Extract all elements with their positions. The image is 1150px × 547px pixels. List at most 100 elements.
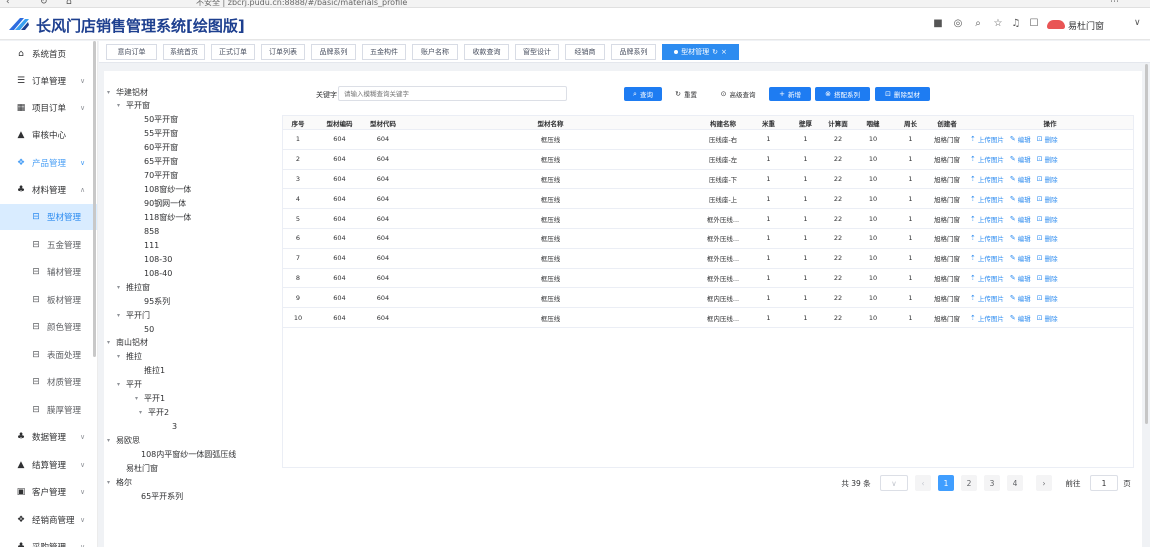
edit-link[interactable]: ✎ 编辑	[1010, 233, 1031, 243]
table-row[interactable]: 6 604 604 框压线 框外压线... 1 1 22 10 1 旭格门窗 ⇡ 上传图片 ✎ 编辑 ⊡ 删除	[283, 229, 1133, 249]
delete-link[interactable]: ⊡ 删除	[1037, 194, 1058, 204]
table-row[interactable]: 9 604 604 框压线 框内压线... 1 1 22 10 1 旭格门窗 ⇡ 上传图片 ✎ 编辑 ⊡ 删除	[283, 288, 1133, 309]
tab-7[interactable]: 收款查询	[464, 44, 509, 60]
settings-icon[interactable]: ◎	[952, 18, 964, 29]
sidebar-scrollbar[interactable]	[93, 41, 96, 357]
tree-node[interactable]: ▾ 平开窗	[117, 99, 150, 113]
tree-node[interactable]: 858	[144, 224, 159, 238]
tree-node[interactable]: 65平开窗	[144, 154, 178, 168]
home-icon[interactable]: ⌂	[66, 0, 72, 7]
sidebar-item-6[interactable]: ⊟ 型材管理	[0, 204, 97, 230]
delete-link[interactable]: ⊡ 删除	[1037, 253, 1058, 263]
upload-link[interactable]: ⇡ 上传图片	[970, 233, 1004, 243]
next-page-button[interactable]: ›	[1036, 475, 1052, 491]
tree-node[interactable]: 108窗纱一体	[144, 182, 191, 196]
upload-link[interactable]: ⇡ 上传图片	[970, 134, 1004, 144]
sidebar-item-7[interactable]: ⊟ 五金管理	[0, 232, 97, 258]
upload-link[interactable]: ⇡ 上传图片	[970, 273, 1004, 283]
delete-link[interactable]: ⊡ 删除	[1037, 293, 1058, 303]
tree-node[interactable]: 65平开系列	[141, 489, 183, 503]
delete-link[interactable]: ⊡ 删除	[1037, 273, 1058, 283]
chevron-down-icon[interactable]: ▾	[107, 89, 116, 96]
table-row[interactable]: 8 604 604 框压线 框外压线... 1 1 22 10 1 旭格门窗 ⇡ 上传图片 ✎ 编辑 ⊡ 删除	[283, 269, 1133, 289]
tab-0[interactable]: 意向订单	[106, 44, 157, 60]
chevron-down-icon[interactable]: ▾	[107, 339, 116, 346]
page-size-select[interactable]: ∨	[880, 475, 908, 491]
sidebar-item-11[interactable]: ⊟ 表面处理	[0, 342, 97, 368]
tab-8[interactable]: 窗型设计	[515, 44, 559, 60]
tree-node[interactable]: 60平开窗	[144, 140, 178, 154]
tree-node[interactable]: ▾ 推拉	[117, 349, 142, 363]
chevron-down-icon[interactable]: ▾	[117, 284, 126, 291]
tree-node[interactable]: ▾ 平开1	[135, 391, 165, 405]
toolbar-button-1[interactable]: ↻ 重置	[666, 87, 706, 101]
upload-link[interactable]: ⇡ 上传图片	[970, 293, 1004, 303]
page-2-button[interactable]: 2	[961, 475, 977, 491]
sidebar-item-18[interactable]: ♣ 采购管理 ∨	[0, 534, 97, 547]
upload-link[interactable]: ⇡ 上传图片	[970, 174, 1004, 184]
sidebar-item-4[interactable]: ❖ 产品管理 ∨	[0, 150, 97, 176]
upload-link[interactable]: ⇡ 上传图片	[970, 194, 1004, 204]
tab-2[interactable]: 正式订单	[211, 44, 255, 60]
chevron-down-icon[interactable]: ▾	[117, 102, 126, 109]
sidebar-item-10[interactable]: ⊟ 颜色管理	[0, 314, 97, 340]
tab-3[interactable]: 订单列表	[261, 44, 305, 60]
tree-node[interactable]: ▾ 南山铝材	[107, 335, 148, 349]
chevron-down-icon[interactable]: ∨	[1134, 18, 1141, 28]
table-row[interactable]: 1 604 604 框压线 压线座-右 1 1 22 10 1 旭格门窗 ⇡ 上传图片 ✎ 编辑 ⊡ 删除	[283, 130, 1133, 150]
edit-link[interactable]: ✎ 编辑	[1010, 174, 1031, 184]
tab-6[interactable]: 账户名称	[412, 44, 458, 60]
upload-link[interactable]: ⇡ 上传图片	[970, 313, 1004, 323]
table-row[interactable]: 5 604 604 框压线 框外压线... 1 1 22 10 1 旭格门窗 ⇡ 上传图片 ✎ 编辑 ⊡ 删除	[283, 209, 1133, 229]
table-row[interactable]: 3 604 604 框压线 压线座-下 1 1 22 10 1 旭格门窗 ⇡ 上传图片 ✎ 编辑 ⊡ 删除	[283, 170, 1133, 190]
sidebar-item-17[interactable]: ❖ 经销商管理 ∨	[0, 507, 97, 533]
tree-node[interactable]: 50平开窗	[144, 112, 178, 126]
delete-link[interactable]: ⊡ 删除	[1037, 214, 1058, 224]
tree-node[interactable]: 3	[172, 419, 177, 433]
tree-node[interactable]: 55平开窗	[144, 126, 178, 140]
delete-link[interactable]: ⊡ 删除	[1037, 134, 1058, 144]
tree-node[interactable]: ▾ 推拉窗	[117, 280, 150, 294]
table-row[interactable]: 2 604 604 框压线 压线座-左 1 1 22 10 1 旭格门窗 ⇡ 上传图片 ✎ 编辑 ⊡ 删除	[283, 150, 1133, 170]
tree-node[interactable]: ▾ 华建铝材	[107, 87, 148, 99]
search-icon[interactable]: ⌕	[972, 18, 984, 29]
toolbar-button-0[interactable]: ⌕ 查询	[624, 87, 662, 101]
tree-node[interactable]: ▾ 平开2	[139, 405, 169, 419]
chevron-down-icon[interactable]: ▾	[135, 395, 144, 402]
edit-link[interactable]: ✎ 编辑	[1010, 313, 1031, 323]
toolbar-button-2[interactable]: ⊙ 高级查询	[712, 87, 764, 101]
page-3-button[interactable]: 3	[984, 475, 1000, 491]
tab-5[interactable]: 五金构件	[362, 44, 406, 60]
chevron-down-icon[interactable]: ▾	[107, 479, 116, 486]
delete-link[interactable]: ⊡ 删除	[1037, 313, 1058, 323]
delete-link[interactable]: ⊡ 删除	[1037, 233, 1058, 243]
chevron-down-icon[interactable]: ▾	[117, 312, 126, 319]
edit-link[interactable]: ✎ 编辑	[1010, 253, 1031, 263]
sidebar-item-9[interactable]: ⊟ 板材管理	[0, 287, 97, 313]
sidebar-item-5[interactable]: ♣ 材料管理 ∧	[0, 177, 97, 203]
sidebar-item-16[interactable]: ▣ 客户管理 ∨	[0, 479, 97, 505]
tree-node[interactable]: 108内平窗纱一体圆弧压线	[141, 447, 236, 461]
avatar[interactable]	[1047, 20, 1065, 29]
tree-node[interactable]: ▾ 易欧思	[107, 433, 140, 447]
tree-node[interactable]: 108-30	[144, 252, 172, 266]
toolbar-button-4[interactable]: ⊗ 搭配系列	[815, 87, 870, 101]
tree-node[interactable]: 50	[144, 322, 154, 336]
tab-1[interactable]: 系统首页	[163, 44, 205, 60]
refresh-icon[interactable]: ↻	[40, 0, 48, 7]
tree-node[interactable]: 70平开窗	[144, 168, 178, 182]
prev-page-button[interactable]: ‹	[915, 475, 931, 491]
tree-node[interactable]: 易杜门窗	[126, 461, 158, 475]
back-icon[interactable]: ‹	[6, 0, 10, 7]
user-name[interactable]: 易杜门窗	[1068, 19, 1104, 32]
sidebar-item-13[interactable]: ⊟ 膜厚管理	[0, 397, 97, 423]
sidebar-item-2[interactable]: ▦ 项目订单 ∨	[0, 95, 97, 121]
tab-4[interactable]: 品牌系列	[311, 44, 356, 60]
page-1-button[interactable]: 1	[938, 475, 954, 491]
delete-link[interactable]: ⊡ 删除	[1037, 174, 1058, 184]
sidebar-item-8[interactable]: ⊟ 辅材管理	[0, 259, 97, 285]
chevron-down-icon[interactable]: ▾	[139, 409, 148, 416]
goto-page-input[interactable]: 1	[1090, 475, 1118, 491]
chevron-down-icon[interactable]: ▾	[107, 437, 116, 444]
tab-10[interactable]: 品牌系列	[611, 44, 656, 60]
